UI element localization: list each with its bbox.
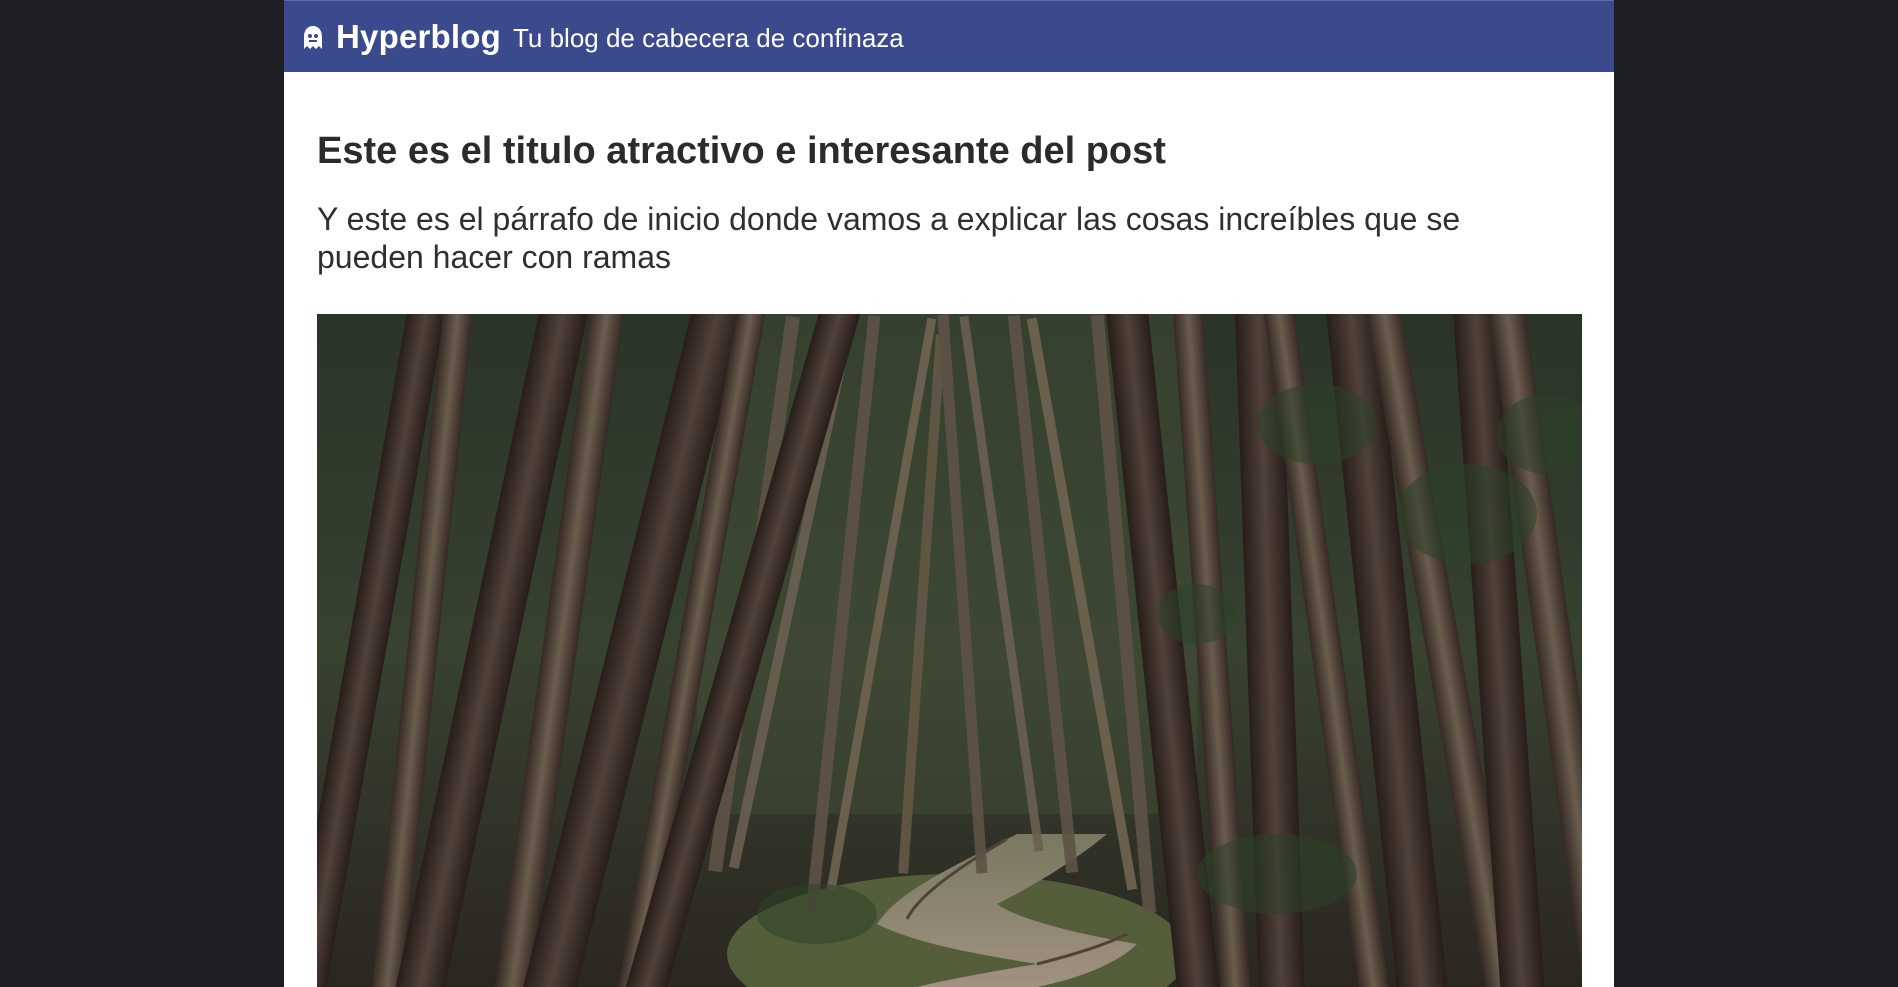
brand-name[interactable]: Hyperblog bbox=[336, 18, 501, 56]
brand-tagline: Tu blog de cabecera de confinaza bbox=[512, 23, 904, 53]
forest-path-illustration bbox=[317, 314, 1582, 987]
post-lead-paragraph: Y este es el párrafo de inicio donde vam… bbox=[317, 201, 1461, 275]
page-container: Hyperblog Tu blog de cabecera de confina… bbox=[284, 0, 1614, 987]
post-content: Este es el titulo atractivo e interesant… bbox=[317, 72, 1582, 276]
ghost-icon[interactable] bbox=[302, 25, 324, 51]
post-title: Este es el titulo atractivo e interesant… bbox=[317, 130, 1166, 172]
top-navbar: Hyperblog Tu blog de cabecera de confina… bbox=[284, 0, 1614, 72]
post-hero-image bbox=[317, 314, 1582, 987]
